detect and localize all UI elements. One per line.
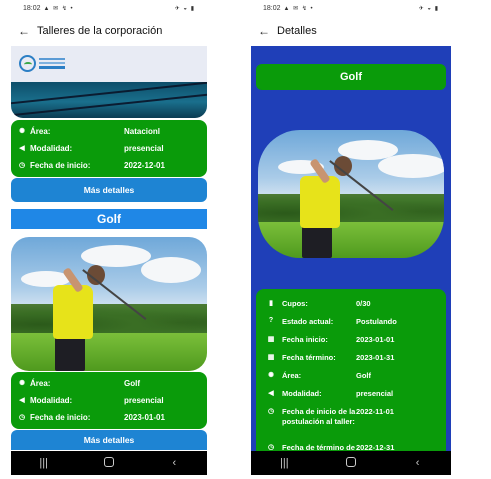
question-icon: ?: [268, 317, 274, 324]
system-icons: ✈ ◒ ▮: [418, 5, 439, 12]
calendar-icon: ▦: [267, 354, 275, 361]
workshops-list-screen: 18:02 ▲ ✉ ↯ • ✈ ◒ ▮ ← Talleres de la cor…: [11, 0, 207, 479]
status-bar: 18:02 ▲ ✉ ↯ • ✈ ◒ ▮: [251, 0, 451, 16]
info-row: ✺ Área: Golf: [17, 375, 201, 391]
details-info-card: ▮ Cupos: 0/30 ? Estado actual: Postuland…: [256, 289, 446, 452]
logo-icon: [19, 53, 65, 75]
corporation-banner: [11, 46, 207, 82]
golf-workshop-image: [258, 130, 444, 258]
info-row: ✺ Área: Natacionl: [17, 123, 201, 139]
globe-icon: ✺: [268, 372, 274, 379]
swimming-workshop-image: [11, 82, 207, 118]
status-bar: 18:02 ▲ ✉ ↯ • ✈ ◒ ▮: [11, 0, 207, 16]
calendar-icon: ▦: [267, 336, 275, 343]
clock-icon: ◷: [267, 408, 275, 415]
page-title: Talleres de la corporación: [37, 25, 163, 37]
info-row: ◷ Fecha de inicio: 2023-01-01: [18, 412, 165, 422]
home-icon: [103, 456, 114, 467]
workshop-heading: Golf: [256, 64, 446, 90]
app-bar: ← Detalles: [251, 16, 451, 46]
globe-icon: ✺: [19, 128, 25, 135]
home-icon: [345, 456, 356, 467]
info-row: ◷ Fecha de inicio: 2022-12-01: [18, 160, 165, 170]
system-nav-bar: ||| ‹: [11, 451, 207, 475]
status-time: 18:02: [263, 4, 281, 12]
workshop-details-screen: 18:02 ▲ ✉ ↯ • ✈ ◒ ▮ ← Detalles Golf ▮ Cu…: [251, 0, 451, 479]
more-details-button[interactable]: Más detalles: [11, 178, 207, 202]
clock-icon: ◷: [18, 414, 26, 421]
details-body: Golf ▮ Cupos: 0/30 ? Estado actual: Post…: [251, 46, 451, 452]
recents-button[interactable]: |||: [29, 457, 59, 469]
arrow-left-icon[interactable]: ←: [11, 24, 37, 38]
info-row: ✺ Área: Golf: [266, 371, 442, 381]
back-button[interactable]: ‹: [403, 457, 433, 469]
golf-workshop-image: [11, 237, 207, 371]
clock-icon: ◷: [18, 162, 26, 169]
golf-info-card: ✺ Área: Golf ◀ Modalidad: presencial ◷ F…: [11, 372, 207, 429]
swimming-info-card: ✺ Área: Natacionl ◀ Modalidad: presencia…: [11, 120, 207, 177]
globe-icon: ✺: [19, 380, 25, 387]
info-row: ◀ Modalidad: presencial: [266, 389, 442, 399]
more-details-button[interactable]: Más detalles: [11, 430, 207, 450]
home-button[interactable]: [94, 456, 124, 470]
info-row: ◀ Modalidad: presencial: [17, 392, 201, 408]
info-row: ◷ Fecha de inicio de la postulación al t…: [267, 407, 394, 426]
arrow-left-icon[interactable]: ←: [251, 24, 277, 38]
megaphone-icon: ◀: [19, 397, 25, 404]
recents-button[interactable]: |||: [269, 457, 299, 469]
megaphone-icon: ◀: [268, 390, 274, 397]
system-icons: ✈ ◒ ▮: [174, 5, 195, 12]
page-title: Detalles: [277, 25, 317, 37]
status-time: 18:02: [23, 4, 41, 12]
info-row: ▮ Cupos: 0/30: [266, 299, 442, 309]
clock-icon: ◷: [267, 444, 275, 451]
workshop-title: Golf: [11, 209, 207, 229]
info-row: ▦ Fecha inicio: 2023-01-01: [267, 335, 395, 344]
home-button[interactable]: [336, 456, 366, 470]
app-bar: ← Talleres de la corporación: [11, 16, 207, 46]
notification-icons: ▲ ✉ ↯ •: [283, 5, 314, 12]
system-nav-bar: ||| ‹: [251, 451, 451, 475]
info-row: ▦ Fecha término: 2023-01-31: [267, 353, 395, 362]
clipboard-icon: ▮: [269, 300, 273, 307]
megaphone-icon: ◀: [19, 145, 25, 152]
back-button[interactable]: ‹: [159, 457, 189, 469]
notification-icons: ▲ ✉ ↯ •: [43, 5, 74, 12]
info-row: ? Estado actual: Postulando: [266, 317, 442, 327]
info-row: ◀ Modalidad: presencial: [17, 140, 201, 156]
